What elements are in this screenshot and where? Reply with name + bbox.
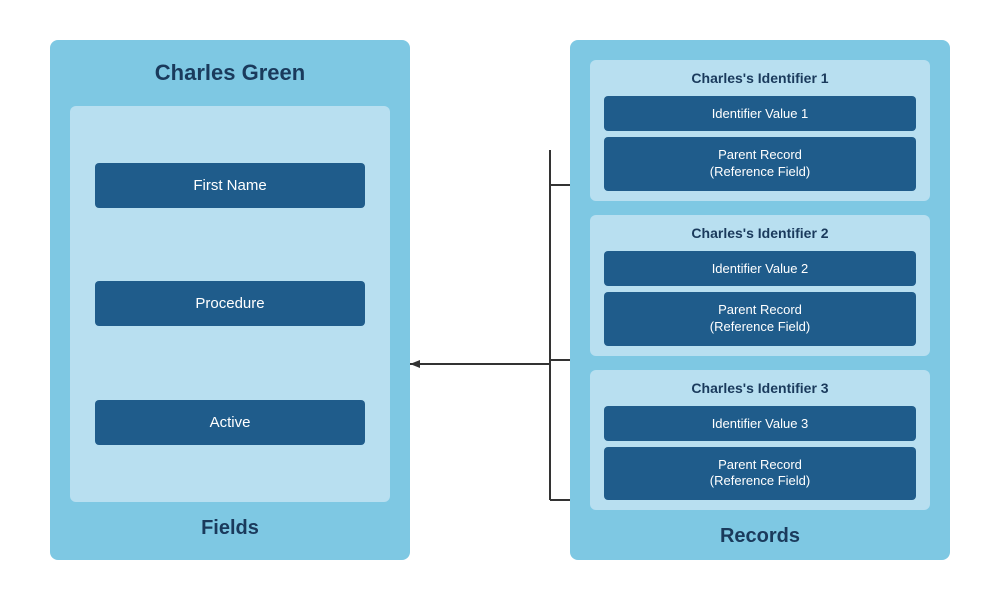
diagram-container: Charles Green First Name Procedure Activ… [20,20,980,580]
record-3-title: Charles's Identifier 3 [604,380,916,396]
record-card-3: Charles's Identifier 3 Identifier Value … [590,370,930,511]
fields-inner-box: First Name Procedure Active [70,106,390,502]
record-2-title: Charles's Identifier 2 [604,225,916,241]
left-panel: Charles Green First Name Procedure Activ… [50,40,410,560]
identifier-value-1-button[interactable]: Identifier Value 1 [604,96,916,131]
record-card-2: Charles's Identifier 2 Identifier Value … [590,215,930,356]
first-name-button[interactable]: First Name [95,163,365,208]
procedure-button[interactable]: Procedure [95,281,365,326]
record-1-title: Charles's Identifier 1 [604,70,916,86]
identifier-value-3-button[interactable]: Identifier Value 3 [604,406,916,441]
parent-record-3-button[interactable]: Parent Record(Reference Field) [604,447,916,501]
fields-label: Fields [201,517,259,540]
left-panel-title: Charles Green [155,60,305,86]
active-button[interactable]: Active [95,400,365,445]
right-panel: Charles's Identifier 1 Identifier Value … [570,40,950,560]
record-card-1: Charles's Identifier 1 Identifier Value … [590,60,930,201]
records-label: Records [720,525,800,548]
records-list: Charles's Identifier 1 Identifier Value … [590,60,930,510]
parent-record-2-button[interactable]: Parent Record(Reference Field) [604,292,916,346]
identifier-value-2-button[interactable]: Identifier Value 2 [604,251,916,286]
parent-record-1-button[interactable]: Parent Record(Reference Field) [604,137,916,191]
